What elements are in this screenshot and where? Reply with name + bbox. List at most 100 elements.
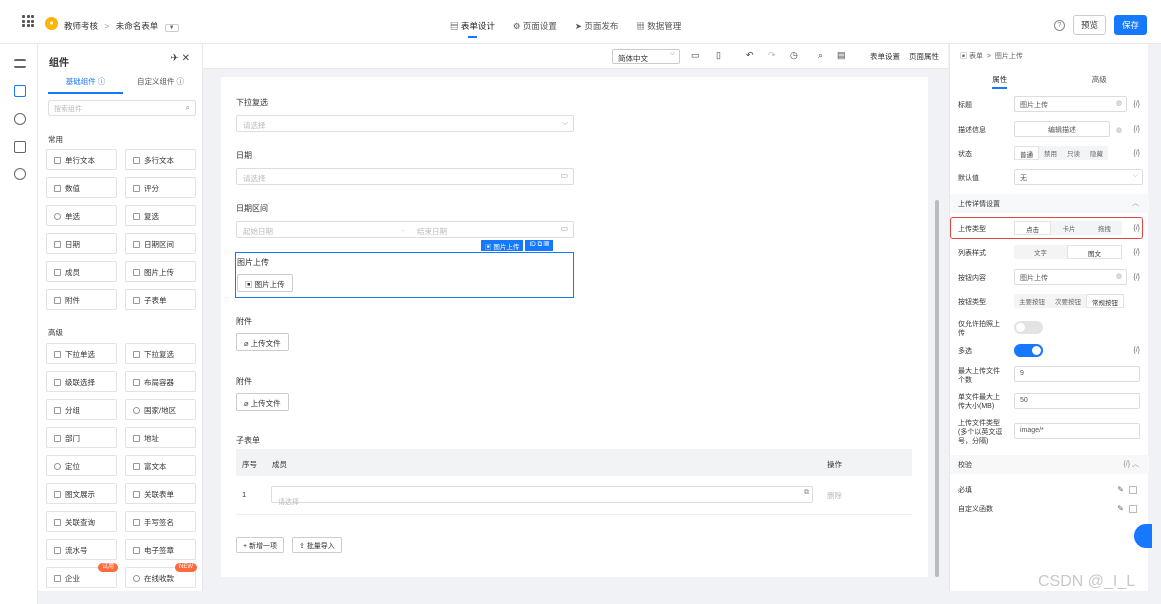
redo-icon[interactable]: ↷: [768, 50, 776, 61]
button-content-input[interactable]: 图片上传 ◍: [1014, 269, 1127, 285]
formula-icon[interactable]: {/}: [1133, 101, 1140, 108]
upload-settings-section[interactable]: 上传详情设置 ︿: [950, 194, 1149, 213]
list-style-segmented[interactable]: 文字 图文: [1014, 245, 1122, 259]
component-item[interactable]: 评分: [125, 177, 196, 198]
component-item[interactable]: 富文本: [125, 455, 196, 476]
formula-icon[interactable]: {/}: [1133, 347, 1140, 354]
pin-icon[interactable]: ✈: [170, 53, 178, 64]
globe-icon[interactable]: [14, 168, 26, 180]
component-item[interactable]: 定位: [46, 455, 117, 476]
component-item[interactable]: 电子签章: [125, 539, 196, 560]
upload-file-button[interactable]: ⌀ 上传文件: [236, 393, 289, 411]
formula-icon[interactable]: {/}: [1133, 274, 1140, 281]
component-item[interactable]: 图文展示: [46, 483, 117, 504]
formula-icon[interactable]: {/}: [1133, 249, 1140, 256]
max-files-input[interactable]: 9: [1014, 366, 1140, 382]
canvas-scrollbar[interactable]: [935, 200, 939, 577]
undo-icon[interactable]: ↶: [746, 50, 754, 61]
tab-form-design[interactable]: ▤ 表单设计: [450, 20, 495, 38]
component-item[interactable]: 复选: [125, 205, 196, 226]
globe-icon[interactable]: ◍: [1116, 126, 1122, 134]
app-name[interactable]: 教师考核: [64, 21, 98, 31]
close-icon[interactable]: ✕: [182, 53, 190, 64]
component-item[interactable]: 下拉单选: [46, 343, 117, 364]
history-icon[interactable]: ◷: [790, 50, 798, 61]
default-value-select[interactable]: 无 ⌵: [1014, 169, 1143, 185]
component-item[interactable]: 企业 试用: [46, 563, 118, 588]
save-button[interactable]: 保存: [1113, 15, 1147, 35]
component-item[interactable]: 日期区间: [125, 233, 196, 254]
formula-icon[interactable]: {/}: [1133, 126, 1140, 133]
desktop-view-icon[interactable]: ▭: [691, 50, 700, 61]
js-icon[interactable]: [14, 141, 26, 153]
delete-row-button[interactable]: 删除: [827, 490, 842, 501]
component-item[interactable]: 国家/地区: [125, 399, 196, 420]
button-type-segmented[interactable]: 主要按钮 次要按钮 常规按钮: [1014, 294, 1124, 308]
component-item[interactable]: 附件: [46, 289, 117, 310]
data-source-icon[interactable]: [14, 113, 26, 125]
apps-grid-icon[interactable]: [22, 15, 34, 27]
image-upload-button[interactable]: ▣ 图片上传: [237, 274, 293, 292]
components-icon[interactable]: [14, 85, 26, 97]
formula-icon[interactable]: {/}: [1133, 150, 1140, 157]
component-item[interactable]: 布局容器: [125, 371, 196, 392]
form-settings-button[interactable]: 表单设置: [870, 51, 900, 62]
component-item[interactable]: 数值: [46, 177, 117, 198]
max-size-input[interactable]: 50: [1014, 393, 1140, 409]
component-item[interactable]: 手写签名: [125, 511, 196, 532]
component-item[interactable]: 关联表单: [125, 483, 196, 504]
date-range-input[interactable]: 起始日期 - 结束日期 ▭: [236, 221, 574, 238]
form-name-dropdown-icon[interactable]: ▼: [164, 24, 179, 32]
component-item[interactable]: 地址: [125, 427, 196, 448]
search-icon[interactable]: ⌕: [818, 50, 823, 61]
component-item[interactable]: 在线收款 NEW: [125, 563, 197, 588]
edit-icon[interactable]: ✎: [1117, 485, 1124, 494]
tab-page-publish[interactable]: ➤ 页面发布: [575, 20, 619, 32]
file-types-input[interactable]: image/*: [1014, 423, 1140, 439]
component-item[interactable]: 图片上传: [125, 261, 196, 282]
date-input[interactable]: 请选择 ▭: [236, 168, 574, 185]
tab-basic-components[interactable]: 基础组件 ⓘ: [48, 76, 123, 94]
component-item[interactable]: 单行文本: [46, 149, 117, 170]
component-item[interactable]: 单选: [46, 205, 117, 226]
field-id-button[interactable]: ID ⧉ ▥: [525, 240, 554, 251]
component-item[interactable]: 多行文本: [125, 149, 196, 170]
component-item[interactable]: 流水号: [46, 539, 117, 560]
tab-custom-components[interactable]: 自定义组件 ⓘ: [123, 76, 198, 94]
custom-function-checkbox[interactable]: [1129, 505, 1137, 513]
batch-import-button[interactable]: ⇪ 批量导入: [292, 537, 342, 553]
component-item[interactable]: 下拉复选: [125, 343, 196, 364]
component-search-input[interactable]: 搜索组件 ⌕: [48, 100, 196, 116]
component-item[interactable]: 关联查询: [46, 511, 117, 532]
language-select[interactable]: 简体中文: [612, 49, 680, 64]
component-item[interactable]: 子表单: [125, 289, 196, 310]
camera-only-toggle[interactable]: [1014, 321, 1043, 334]
dropdown-multi-input[interactable]: 请选择 ⌵: [236, 115, 574, 132]
edit-description-button[interactable]: 编辑描述: [1014, 121, 1110, 137]
code-icon[interactable]: ▤: [837, 50, 846, 61]
tab-properties[interactable]: 属性: [950, 74, 1050, 89]
tab-data-management[interactable]: ▦ 数据管理: [636, 20, 681, 32]
member-select-input[interactable]: 请选择 ⧉: [271, 486, 813, 506]
outline-icon[interactable]: [14, 59, 26, 68]
tab-advanced[interactable]: 高级: [1050, 74, 1150, 89]
component-item[interactable]: 分组: [46, 399, 117, 420]
add-item-button[interactable]: + 新增一项: [236, 537, 285, 553]
mobile-view-icon[interactable]: ▯: [716, 50, 721, 61]
validation-section[interactable]: 校验 {/} ︿: [950, 455, 1149, 474]
multiple-toggle[interactable]: [1014, 344, 1043, 357]
edit-icon[interactable]: ✎: [1117, 504, 1124, 513]
component-item[interactable]: 级联选择: [46, 371, 117, 392]
status-segmented[interactable]: 普通 禁用 只读 隐藏: [1014, 146, 1108, 160]
required-checkbox[interactable]: [1129, 486, 1137, 494]
component-item[interactable]: 日期: [46, 233, 117, 254]
component-item[interactable]: 部门: [46, 427, 117, 448]
upload-file-button[interactable]: ⌀ 上传文件: [236, 333, 289, 351]
page-properties-button[interactable]: 页面属性: [909, 51, 939, 62]
floating-assistant-button[interactable]: [1134, 524, 1152, 548]
tab-page-settings[interactable]: ⚙ 页面设置: [513, 20, 557, 32]
form-name[interactable]: 未命名表单: [116, 21, 159, 31]
component-item[interactable]: 成员: [46, 261, 117, 282]
title-input[interactable]: 图片上传 ◍: [1014, 96, 1127, 112]
help-icon[interactable]: ?: [1053, 19, 1065, 31]
